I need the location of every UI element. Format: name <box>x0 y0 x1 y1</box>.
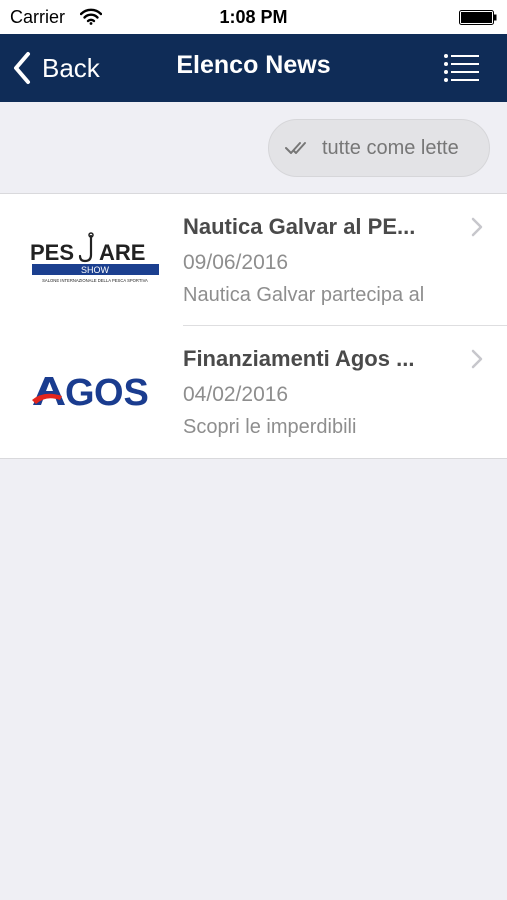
agos-logo-g: G <box>65 372 95 414</box>
agos-logo-os: OS <box>94 372 149 414</box>
news-list: PES ARE SHOW SALONE INTERNAZIONALE DELLA… <box>0 193 507 459</box>
news-date: 09/06/2016 <box>183 251 289 274</box>
status-time: 1:08 PM <box>219 7 288 27</box>
pescare-logo-left: PES <box>30 240 74 265</box>
double-check-icon <box>285 142 306 154</box>
pescare-logo-band: SHOW <box>81 265 110 275</box>
news-date: 04/02/2016 <box>183 383 289 406</box>
list-menu-icon[interactable] <box>443 52 479 84</box>
news-snippet: Scopri le imperdibili <box>183 416 357 438</box>
chevron-right-icon <box>471 349 483 369</box>
navigation-bar: Back Elenco News <box>0 34 507 102</box>
news-title: Finanziamenti Agos ... <box>183 346 415 371</box>
pescare-logo-tagline: SALONE INTERNAZIONALE DELLA PESCA SPORTI… <box>42 278 148 283</box>
page-title: Elenco News <box>176 51 331 79</box>
news-item[interactable]: PES ARE SHOW SALONE INTERNAZIONALE DELLA… <box>0 194 507 326</box>
agos-logo: G OS <box>32 372 149 414</box>
mark-all-read-label: tutte come lette <box>322 136 459 159</box>
pescare-logo-right: ARE <box>99 240 145 265</box>
news-item[interactable]: G OS Finanziamenti Agos ... 04/02/2016 S… <box>0 326 507 458</box>
mark-all-read-button[interactable]: tutte come lette <box>268 119 490 177</box>
battery-icon <box>459 10 497 25</box>
pescare-show-logo: PES ARE SHOW SALONE INTERNAZIONALE DELLA… <box>30 232 159 283</box>
status-bar: Carrier 1:08 PM <box>0 0 507 34</box>
news-snippet: Nautica Galvar partecipa al <box>183 284 425 306</box>
chevron-right-icon <box>471 217 483 237</box>
news-title: Nautica Galvar al PE... <box>183 214 416 239</box>
